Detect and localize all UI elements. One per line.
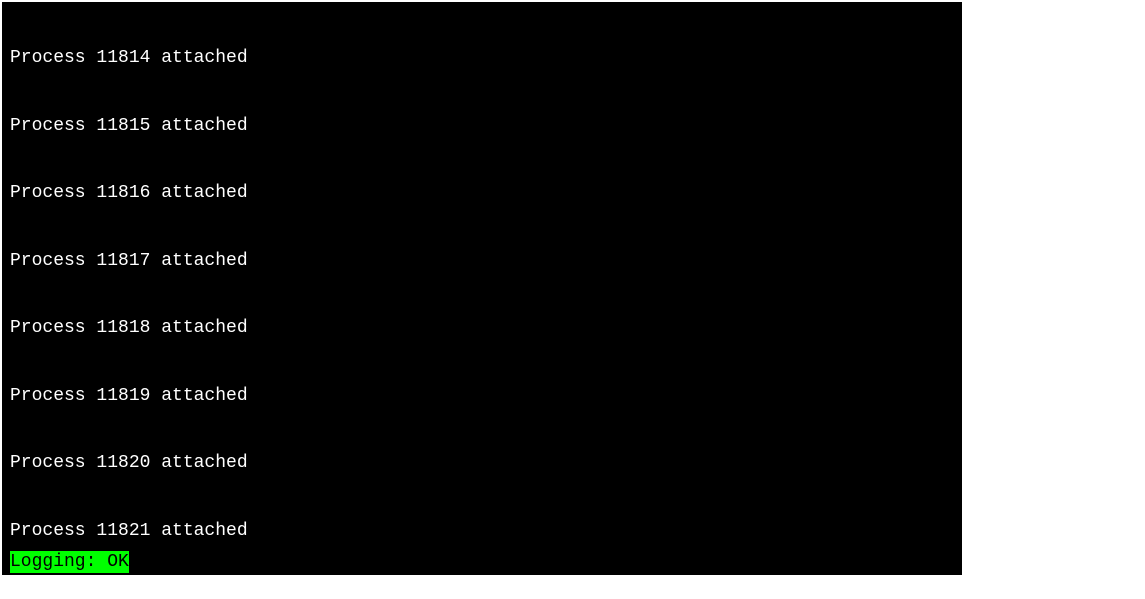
- logging-status-badge: Logging: OK: [10, 551, 129, 574]
- terminal-status-row: Logging: OK: [10, 551, 129, 574]
- terminal-line: Process 11816 attached: [10, 182, 954, 205]
- terminal-line: Process 11814 attached: [10, 47, 954, 70]
- terminal-output[interactable]: Process 11814 attached Process 11815 att…: [2, 2, 962, 575]
- terminal-line: Process 11817 attached: [10, 250, 954, 273]
- terminal-line: Process 11818 attached: [10, 317, 954, 340]
- terminal-line: Process 11821 attached: [10, 520, 954, 543]
- terminal-line: Process 11819 attached: [10, 385, 954, 408]
- terminal-line: Process 11815 attached: [10, 115, 954, 138]
- terminal-line: Process 11820 attached: [10, 452, 954, 475]
